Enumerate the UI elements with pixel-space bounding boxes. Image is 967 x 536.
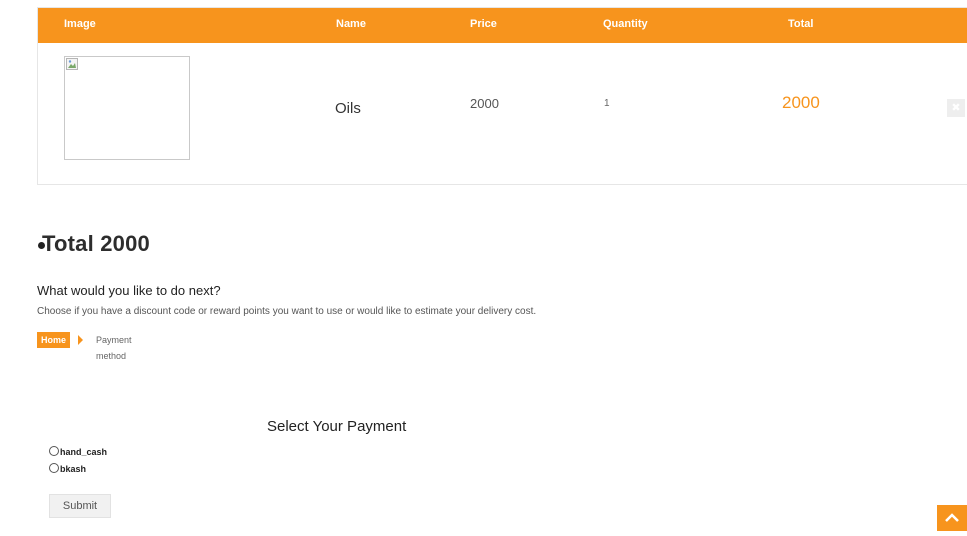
payment-title: Select Your Payment [267,418,407,435]
cart-total: Total 2000 [42,231,150,256]
breadcrumb-current: Payment method [96,335,132,361]
item-quantity: 1 [604,98,610,109]
breadcrumb-home-link[interactable]: Home [37,332,71,348]
header-price: Price [470,18,497,30]
payment-option-bkash[interactable]: bkash [49,463,86,475]
item-price: 2000 [470,96,499,111]
product-image [64,56,190,160]
header-name: Name [336,18,366,30]
submit-button[interactable]: Submit [49,494,111,518]
scroll-to-top-button[interactable] [937,505,967,531]
chevron-up-icon [945,513,959,522]
cart-table-header: Image Name Price Quantity Total [38,8,967,43]
close-icon: ✖ [951,102,961,114]
next-step-heading: What would you like to do next? [37,283,221,298]
payment-option-label: bkash [60,464,87,474]
radio-hand-cash[interactable] [49,446,59,456]
payment-option-hand-cash[interactable]: hand_cash [49,446,107,458]
cart-table: Image Name Price Quantity Total Oils 200… [37,7,967,185]
item-total: 2000 [782,93,820,112]
broken-image-icon [66,58,78,70]
remove-item-button[interactable]: ✖ [947,99,965,117]
payment-option-label: hand_cash [60,447,108,457]
header-total: Total [788,18,814,30]
header-image: Image [64,18,96,30]
breadcrumb-arrow [78,335,83,345]
next-step-description: Choose if you have a discount code or re… [37,306,537,317]
item-name: Oils [335,100,361,117]
radio-bkash[interactable] [49,463,59,473]
header-quantity: Quantity [603,18,648,30]
